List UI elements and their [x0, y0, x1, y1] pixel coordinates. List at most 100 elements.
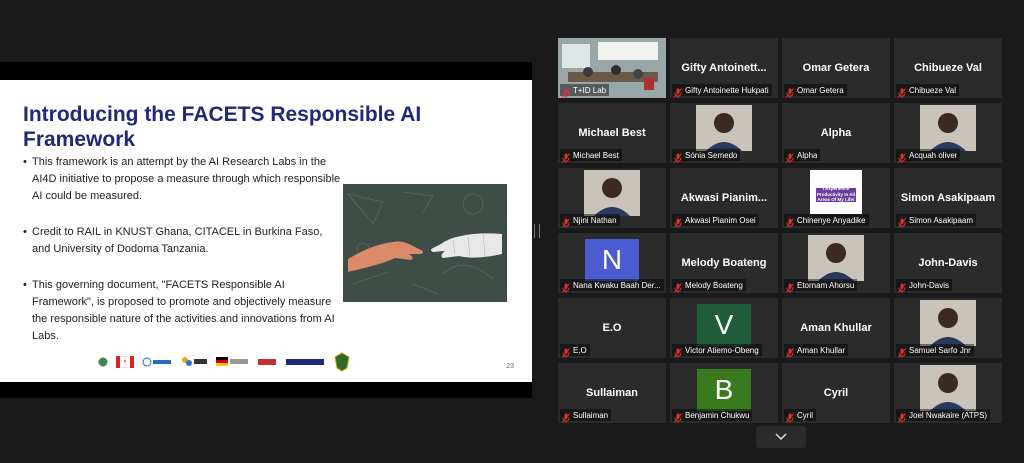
participant-tile[interactable]: Njini Nathan [558, 168, 666, 228]
muted-mic-icon [898, 150, 906, 163]
participant-tile[interactable]: Gifty Antoinett... Gifty Antoinette Hukpa… [670, 38, 778, 98]
muted-mic-icon [898, 410, 906, 423]
participant-tile[interactable]: Chibueze Val Chibueze Val [894, 38, 1002, 98]
bullet-dot: • [23, 279, 27, 291]
participant-tile[interactable]: Simon Asakipaam Simon Asakipaam [894, 168, 1002, 228]
muted-mic-icon [562, 85, 570, 98]
participant-tile[interactable]: Sónia Semedo [670, 103, 778, 163]
participant-tile[interactable]: Etornam Ahorsu [782, 233, 890, 293]
participant-name: Alpha [797, 150, 818, 160]
participant-name-label: Nana Kwaku Baah Der... [560, 279, 664, 293]
meeting-top-bar [0, 0, 1024, 34]
giz-logo [258, 352, 278, 372]
participant-name: Aman Khullar [797, 345, 846, 355]
muted-mic-icon [898, 85, 906, 98]
participant-tile[interactable]: Akwasi Pianim... Akwasi Pianim Osei [670, 168, 778, 228]
participant-display-name: Chibueze Val [914, 62, 982, 74]
participant-name: Etornam Ahorsu [797, 280, 855, 290]
participant-tile[interactable]: John-Davis John-Davis [894, 233, 1002, 293]
muted-mic-icon [898, 345, 906, 358]
ai4d-africa-logo [98, 352, 108, 372]
participant-name-label: Simon Asakipaam [896, 214, 977, 228]
muted-mic-icon [786, 410, 794, 423]
muted-mic-icon [898, 215, 906, 228]
canada-logo [116, 352, 134, 372]
participant-tile[interactable]: Alpha Alpha [782, 103, 890, 163]
participant-name-label: Chibueze Val [896, 84, 959, 98]
participant-tile[interactable]: I Experience Productivity In All Areas O… [782, 168, 890, 228]
panel-resize-handle[interactable] [534, 224, 540, 238]
participant-name: Chibueze Val [909, 85, 956, 95]
participant-tile[interactable]: N Nana Kwaku Baah Der... [558, 233, 666, 293]
participant-tile[interactable]: Joel Nwakaire (ATPS) [894, 363, 1002, 423]
slide-page-number: 23 [506, 363, 514, 370]
participant-name-label: Cyril [784, 409, 816, 423]
participant-display-name: Simon Asakipaam [900, 192, 996, 204]
participant-name-label: Akwasi Pianim Osei [672, 214, 759, 228]
participant-name: E.O [573, 345, 587, 355]
participant-name: T+ID Lab [573, 85, 607, 95]
participant-name-label: Gifty Antoinette Hukpati [672, 84, 772, 98]
participant-display-name: Gifty Antoinett... [681, 62, 767, 74]
participant-display-name: Melody Boateng [681, 257, 767, 269]
participant-tile[interactable]: Aman Khullar Aman Khullar [782, 298, 890, 358]
participant-name-label: Melody Boateng [672, 279, 746, 293]
sponsor-logos [98, 350, 428, 374]
participant-name: Nana Kwaku Baah Der... [573, 280, 661, 290]
participant-name-label: John-Davis [896, 279, 953, 293]
muted-mic-icon [562, 345, 570, 358]
participant-name-label: Acquah oliver [896, 149, 961, 163]
participant-tile[interactable]: Omar Getera Omar Getera [782, 38, 890, 98]
bullet-dot: • [23, 156, 27, 168]
participant-tile[interactable]: Melody Boateng Melody Boateng [670, 233, 778, 293]
bullet-text: Credit to RAIL in KNUST Ghana, CITACEL i… [32, 226, 323, 255]
participant-tile[interactable]: Samuel Sarfo Jnr [894, 298, 1002, 358]
participant-display-name: Akwasi Pianim... [680, 192, 768, 204]
participant-tile[interactable]: B Benjamin Chukwu [670, 363, 778, 423]
participant-display-name: John-Davis [918, 257, 978, 269]
participant-name-label: Victor Atiemo-Obeng [672, 344, 762, 358]
sida-logo [180, 352, 208, 372]
german-cooperation-logo [216, 352, 250, 372]
participant-name: Melody Boateng [685, 280, 743, 290]
participant-tile[interactable]: V Victor Atiemo-Obeng [670, 298, 778, 358]
participant-name: Simon Asakipaam [909, 215, 974, 225]
participant-tile[interactable]: Acquah oliver [894, 103, 1002, 163]
participant-name-label: Njini Nathan [560, 214, 620, 228]
muted-mic-icon [786, 215, 794, 228]
participant-name: John-Davis [909, 280, 950, 290]
muted-mic-icon [786, 85, 794, 98]
participant-display-name: Michael Best [578, 127, 646, 139]
slide-bullet: • This governing document, "FACETS Respo… [23, 277, 343, 345]
muted-mic-icon [786, 345, 794, 358]
participant-name-label: Omar Getera [784, 84, 847, 98]
muted-mic-icon [562, 410, 570, 423]
muted-mic-icon [786, 150, 794, 163]
participant-display-name: Aman Khullar [800, 322, 872, 334]
avatar-initial: V [697, 304, 751, 346]
participant-display-name: Sullaiman [586, 387, 638, 399]
idrc-logo [142, 352, 172, 372]
fair-forward-logo [286, 352, 326, 372]
participant-name-label: T+ID Lab [560, 84, 610, 98]
poster-text: I Experience Productivity In All Areas O… [816, 186, 856, 202]
participant-name: Acquah oliver [909, 150, 958, 160]
participant-tile[interactable]: Cyril Cyril [782, 363, 890, 423]
muted-mic-icon [562, 150, 570, 163]
show-more-participants-button[interactable] [756, 426, 806, 448]
muted-mic-icon [674, 85, 682, 98]
participant-name: Victor Atiemo-Obeng [685, 345, 759, 355]
participant-name-label: Samuel Sarfo Jnr [896, 344, 974, 358]
participant-name: Njini Nathan [573, 215, 617, 225]
participant-tile[interactable]: Michael Best Michael Best [558, 103, 666, 163]
participant-name-label: Sónia Semedo [672, 149, 741, 163]
bullet-dot: • [23, 226, 27, 238]
participant-name: Samuel Sarfo Jnr [909, 345, 971, 355]
human-robot-hands-image [343, 184, 507, 302]
participant-tile[interactable]: Sullaiman Sullaiman [558, 363, 666, 423]
participant-name-label: Alpha [784, 149, 821, 163]
bullet-text: This framework is an attempt by the AI R… [32, 156, 341, 202]
participant-tile[interactable]: T+ID Lab [558, 38, 666, 98]
muted-mic-icon [674, 150, 682, 163]
participant-tile[interactable]: E.O E.O [558, 298, 666, 358]
